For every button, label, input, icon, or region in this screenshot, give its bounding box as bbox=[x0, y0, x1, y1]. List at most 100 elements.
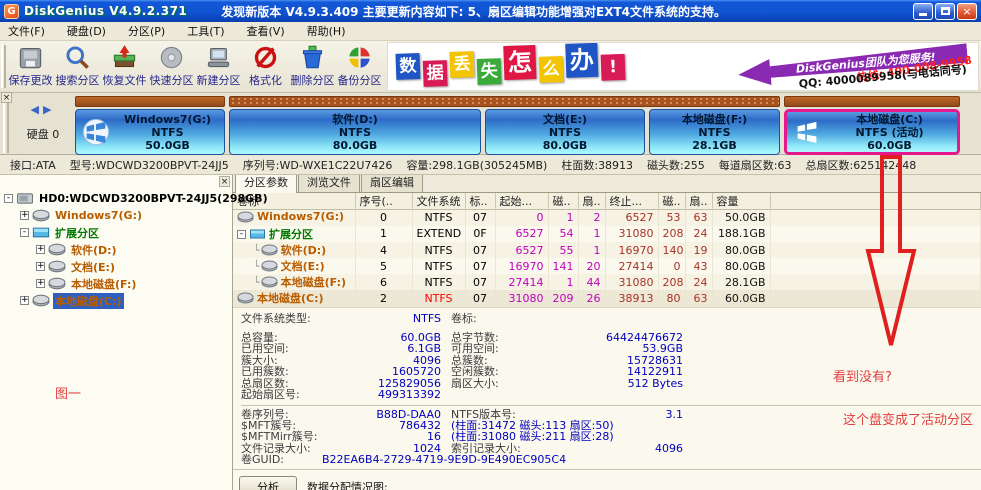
new-partition-button[interactable]: 新建分区 bbox=[195, 41, 242, 92]
column-header[interactable]: 磁.. bbox=[658, 193, 685, 210]
detail-value: 512 Bytes bbox=[628, 378, 683, 390]
tab-2[interactable]: 扇区编辑 bbox=[361, 175, 423, 192]
detail-row: 卷序列号:B88D-DAA0NTFS版本号:3.1 bbox=[241, 405, 981, 420]
partition-box[interactable]: 本地磁盘(F:)NTFS28.1GB bbox=[649, 109, 780, 155]
delete-partition-icon bbox=[299, 44, 326, 71]
menu-item-4[interactable]: 查看(V) bbox=[247, 23, 285, 39]
minimize-icon bbox=[919, 13, 927, 16]
close-panel-icon[interactable]: × bbox=[1, 92, 12, 103]
tree-item[interactable]: -HD0:WDCWD3200BPVT-24JJ5(298GB) bbox=[0, 190, 232, 207]
tree-item[interactable]: +Windows7(G:) bbox=[0, 207, 232, 224]
disk-info-field: 型号:WDCWD3200BPVT-24JJ5 bbox=[70, 157, 229, 173]
menu-item-2[interactable]: 分区(P) bbox=[128, 23, 165, 39]
expand-icon[interactable]: + bbox=[36, 279, 45, 288]
tree-item[interactable]: +本地磁盘(C:) bbox=[0, 292, 232, 309]
cell-volume-label: └本地磁盘(F:) bbox=[233, 274, 355, 290]
tab-0[interactable]: 分区参数 bbox=[235, 175, 297, 193]
partition-box-label: 软件(D:)NTFS80.0GB bbox=[230, 113, 480, 152]
disk-label: 硬盘 0 bbox=[11, 126, 75, 142]
column-header[interactable]: 扇.. bbox=[685, 193, 712, 210]
cell-end-cylinder: 31080 bbox=[605, 226, 658, 243]
save-button[interactable]: 保存更改 bbox=[7, 41, 54, 92]
quick-partition-button[interactable]: 快速分区 bbox=[148, 41, 195, 92]
cell-start-cylinder: 6527 bbox=[495, 242, 548, 258]
partition-box-label: 本地磁盘(F:)NTFS28.1GB bbox=[650, 113, 779, 152]
toolbar-button-label: 格式化 bbox=[249, 72, 282, 88]
cell-volume-label: └文档(E:) bbox=[233, 258, 355, 274]
search-partition-button[interactable]: 搜索分区 bbox=[54, 41, 101, 92]
disk-info-field: 序列号:WD-WXE1C22U7426 bbox=[243, 157, 393, 173]
panel-gripper[interactable] bbox=[3, 101, 9, 153]
partition-box[interactable]: 本地磁盘(C:)NTFS (活动)60.0GB bbox=[784, 109, 960, 155]
column-header[interactable]: 容量 bbox=[712, 193, 770, 210]
detail-value: 16 bbox=[427, 431, 441, 443]
prev-disk-icon[interactable]: ◀ bbox=[31, 103, 43, 116]
detail-value: 14122911 bbox=[627, 366, 683, 378]
tree-item[interactable]: +文档(E:) bbox=[0, 258, 232, 275]
delete-partition-button[interactable]: 删除分区 bbox=[289, 41, 336, 92]
menu-item-3[interactable]: 工具(T) bbox=[187, 23, 224, 39]
column-header[interactable]: 文件系统 bbox=[412, 193, 465, 210]
detail-label: 已用空间: bbox=[241, 343, 289, 355]
expand-icon[interactable]: + bbox=[36, 245, 45, 254]
toolbar-gripper[interactable] bbox=[1, 45, 6, 88]
column-header[interactable]: 起始... bbox=[495, 193, 548, 210]
detail-value: 53.9GB bbox=[642, 343, 683, 355]
expand-icon[interactable]: + bbox=[36, 262, 45, 271]
cell-end-cylinder: 38913 bbox=[605, 290, 658, 307]
search-partition-icon bbox=[64, 44, 91, 71]
column-header[interactable]: 标.. bbox=[465, 193, 495, 210]
format-button[interactable]: 格式化 bbox=[242, 41, 289, 92]
table-row[interactable]: └本地磁盘(F:)6NTFS0727414144310802082428.1GB bbox=[233, 274, 981, 290]
collapse-icon[interactable]: - bbox=[4, 194, 13, 203]
banner-tile: ! bbox=[601, 53, 626, 80]
cell-start-sector: 20 bbox=[578, 258, 605, 274]
column-header[interactable]: 终止... bbox=[605, 193, 658, 210]
column-header[interactable]: 扇.. bbox=[578, 193, 605, 210]
cell-filler bbox=[770, 242, 981, 258]
menu-item-1[interactable]: 硬盘(D) bbox=[67, 23, 106, 39]
collapse-icon[interactable]: - bbox=[237, 230, 246, 239]
backup-partition-button[interactable]: 备份分区 bbox=[336, 41, 383, 92]
next-disk-icon[interactable]: ▶ bbox=[43, 103, 55, 116]
table-row[interactable]: 本地磁盘(C:)2NTFS07310802092638913806360.0GB bbox=[233, 290, 981, 307]
tab-1[interactable]: 浏览文件 bbox=[298, 175, 360, 192]
extended-partition-icon bbox=[32, 226, 50, 239]
cell-start-head: 209 bbox=[548, 290, 578, 307]
extended-partition-group: 软件(D:)NTFS80.0GB文档(E:)NTFS80.0GB本地磁盘(F:)… bbox=[229, 96, 780, 155]
close-button[interactable]: × bbox=[957, 3, 977, 20]
maximize-button[interactable] bbox=[935, 3, 955, 20]
partition-table: 卷标序号(..文件系统标..起始...磁..扇..终止...磁..扇..容量 W… bbox=[233, 193, 981, 307]
menu-item-5[interactable]: 帮助(H) bbox=[307, 23, 346, 39]
tree-item[interactable]: +本地磁盘(F:) bbox=[0, 275, 232, 292]
partition-box[interactable]: Windows7(G:)NTFS50.0GB bbox=[75, 109, 225, 155]
cell-seq: 2 bbox=[355, 290, 412, 307]
table-row[interactable]: └文档(E:)5NTFS0716970141202741404380.0GB bbox=[233, 258, 981, 274]
table-row[interactable]: Windows7(G:)0NTFS070126527536350.0GB bbox=[233, 210, 981, 226]
close-tree-icon[interactable]: × bbox=[219, 176, 230, 187]
table-row[interactable]: └软件(D:)4NTFS076527551169701401980.0GB bbox=[233, 242, 981, 258]
recover-files-button[interactable]: 恢复文件 bbox=[101, 41, 148, 92]
partition-box[interactable]: 软件(D:)NTFS80.0GB bbox=[229, 109, 481, 155]
expand-icon[interactable]: + bbox=[20, 296, 29, 305]
table-row[interactable]: -扩展分区1EXTEND0F65275413108020824188.1GB bbox=[233, 226, 981, 243]
tree-item[interactable]: -扩展分区 bbox=[0, 224, 232, 241]
cell-start-cylinder: 6527 bbox=[495, 226, 548, 243]
disk-info-field: 总扇区数:625142448 bbox=[806, 157, 917, 173]
main-area: × -HD0:WDCWD3200BPVT-24JJ5(298GB)+Window… bbox=[0, 175, 981, 490]
column-header[interactable]: 磁.. bbox=[548, 193, 578, 210]
collapse-icon[interactable]: - bbox=[20, 228, 29, 237]
backup-partition-icon bbox=[346, 44, 373, 71]
cell-start-head: 55 bbox=[548, 242, 578, 258]
analyze-button[interactable]: 分析 bbox=[239, 476, 297, 490]
expand-icon[interactable]: + bbox=[20, 211, 29, 220]
partition-box[interactable]: 文档(E:)NTFS80.0GB bbox=[485, 109, 645, 155]
app-logo-icon: G bbox=[4, 4, 19, 19]
extended-partition-icon bbox=[249, 228, 266, 240]
tree-item[interactable]: +软件(D:) bbox=[0, 241, 232, 258]
detail-row: 已用簇数:1605720空闲簇数:14122911 bbox=[241, 366, 981, 378]
minimize-button[interactable] bbox=[913, 3, 933, 20]
cell-start-cylinder: 0 bbox=[495, 210, 548, 226]
menu-item-0[interactable]: 文件(F) bbox=[8, 23, 45, 39]
column-header[interactable]: 序号(.. bbox=[355, 193, 412, 210]
